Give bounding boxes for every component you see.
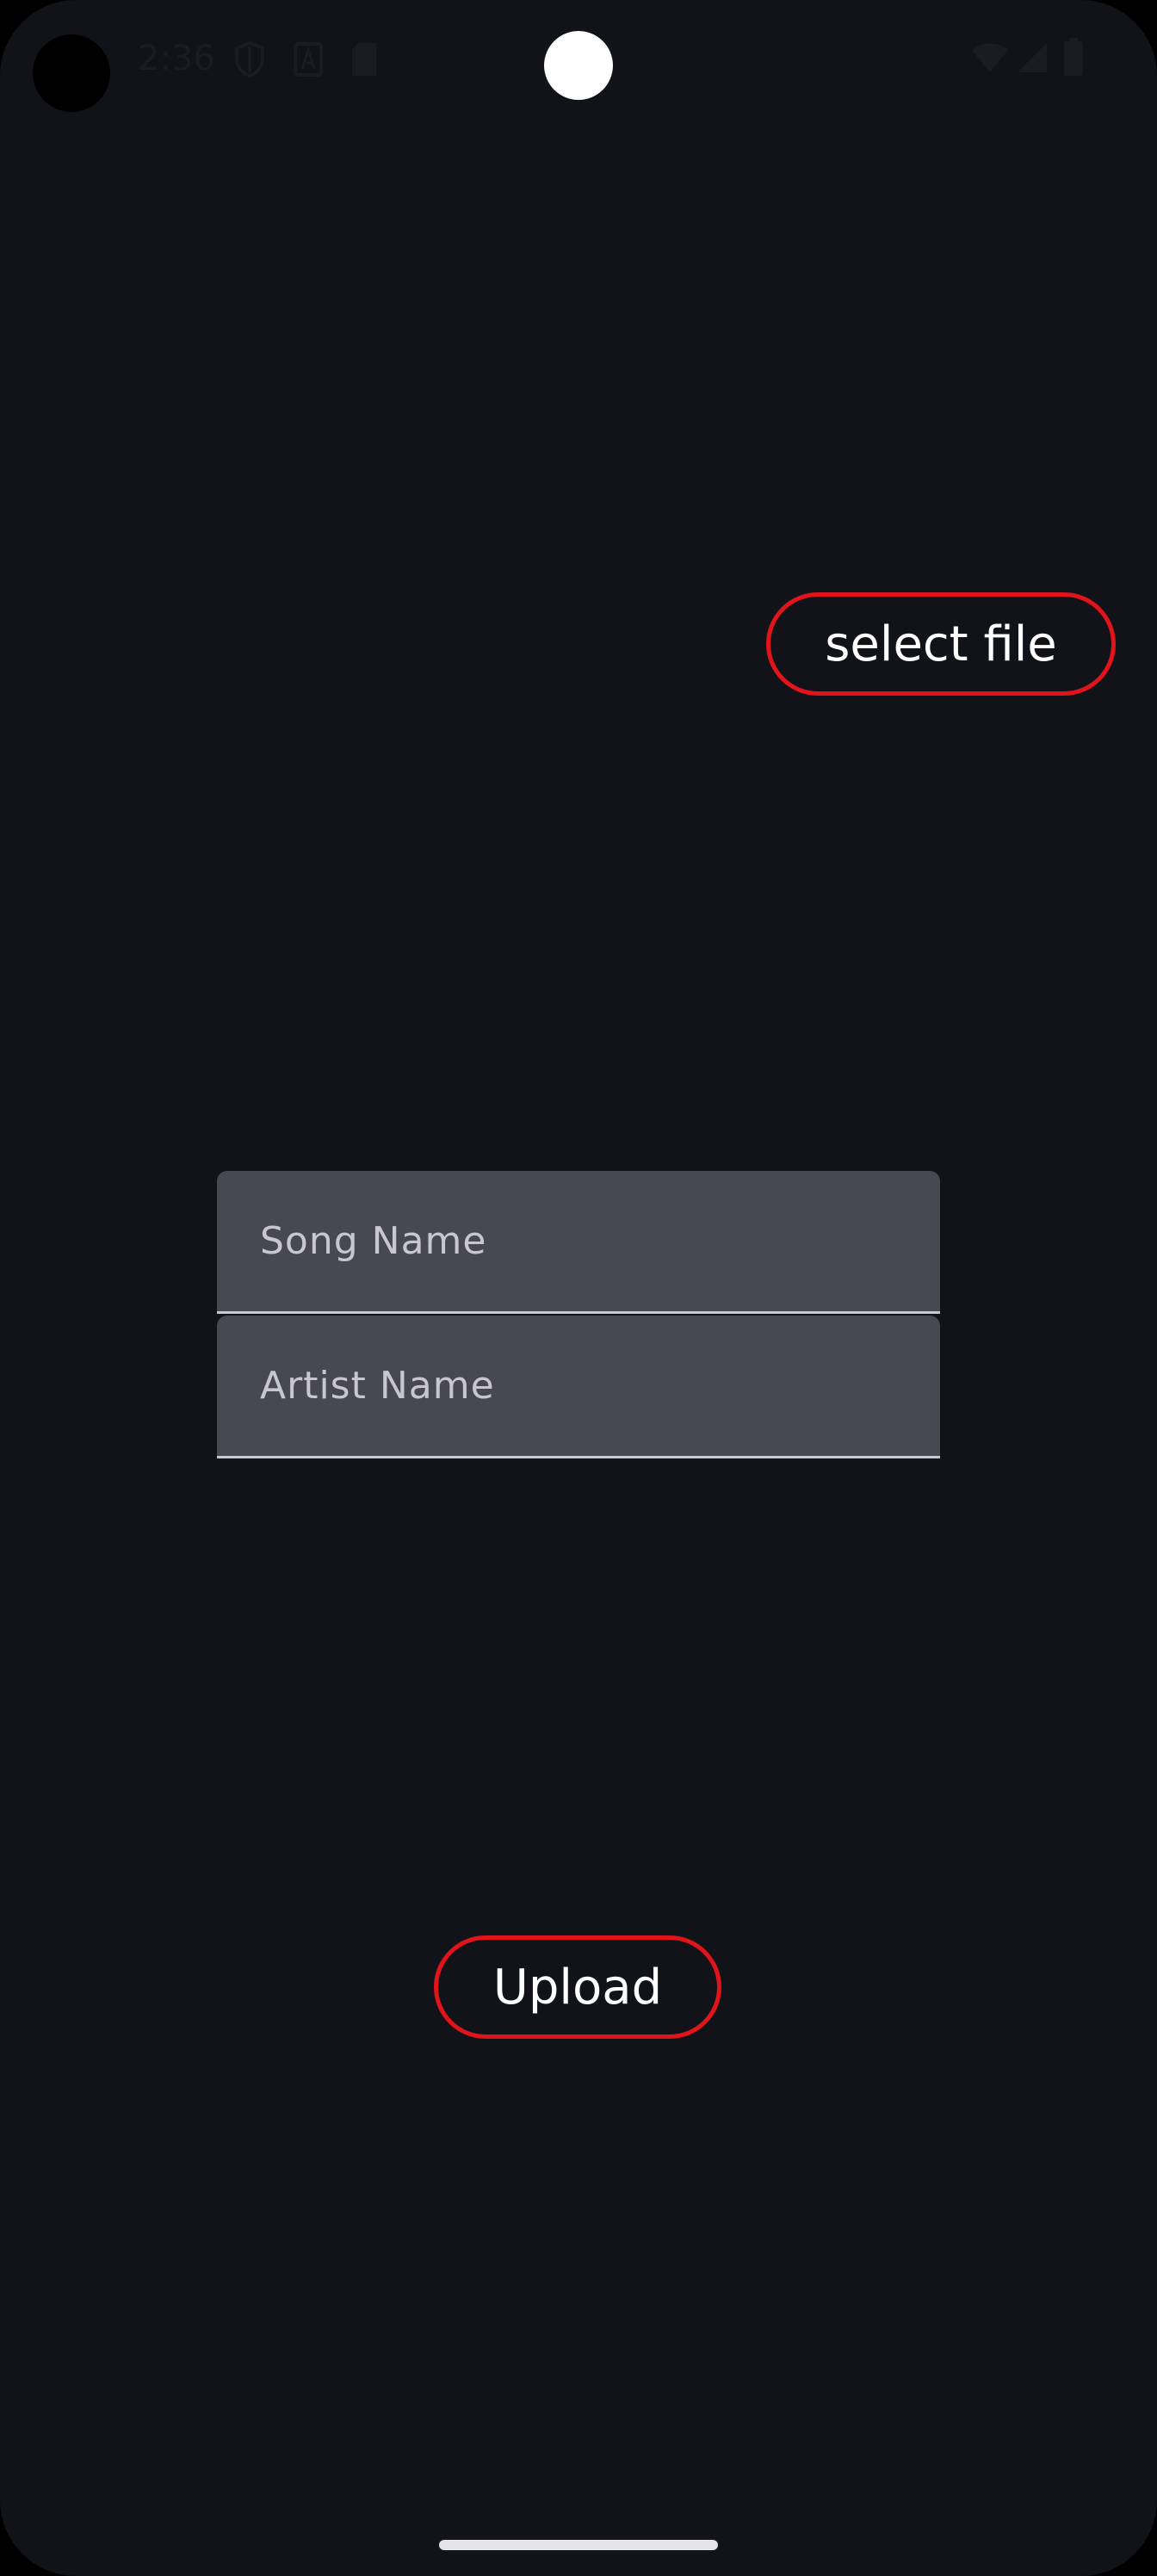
select-file-button[interactable]: select file (766, 592, 1116, 696)
signal-icon (1018, 43, 1047, 72)
upload-button[interactable]: Upload (434, 1935, 721, 2039)
profile-dot (33, 34, 110, 112)
sd-card-icon (352, 43, 376, 76)
camera-cutout (544, 31, 613, 100)
artist-name-input[interactable] (217, 1316, 940, 1456)
wifi-icon (972, 43, 1008, 72)
song-name-input[interactable] (217, 1171, 940, 1311)
status-time: 2:36 (138, 39, 215, 78)
gesture-handle[interactable] (439, 2540, 718, 2550)
font-a-icon (294, 42, 323, 77)
song-name-field[interactable] (217, 1171, 940, 1314)
app-screen: 2:36 select file Upload (0, 0, 1157, 2576)
artist-name-field[interactable] (217, 1316, 940, 1458)
status-bar: 2:36 (0, 0, 1157, 121)
shield-icon (235, 41, 264, 77)
battery-icon (1064, 38, 1083, 76)
